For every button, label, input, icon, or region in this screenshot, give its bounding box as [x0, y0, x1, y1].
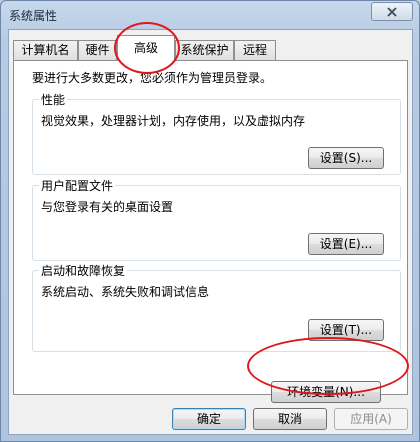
dialog-body: 计算机名 硬件 高级 系统保护 远程 要进行大多数更改，您必须作为管理员登录。 …: [8, 29, 413, 435]
user-profiles-title: 用户配置文件: [39, 177, 116, 194]
performance-title: 性能: [39, 91, 68, 108]
cancel-button[interactable]: 取消: [253, 408, 327, 430]
performance-description: 视觉效果，处理器计划，内存使用，以及虚拟内存: [41, 114, 306, 128]
tab-advanced[interactable]: 高级: [117, 35, 175, 61]
title-bar: 系统属性: [1, 1, 419, 29]
startup-recovery-title: 启动和故障恢复: [39, 262, 128, 279]
tab-strip: 计算机名 硬件 高级 系统保护 远程: [9, 30, 412, 61]
startup-recovery-description: 系统启动、系统失败和调试信息: [41, 285, 210, 299]
window-title: 系统属性: [9, 9, 58, 23]
performance-group: 性能 视觉效果，处理器计划，内存使用，以及虚拟内存 设置(S)...: [32, 91, 401, 175]
admin-notice: 要进行大多数更改，您必须作为管理员登录。: [32, 71, 273, 85]
close-button[interactable]: [371, 2, 413, 21]
user-profiles-group: 用户配置文件 与您登录有关的桌面设置 设置(E)...: [32, 177, 401, 261]
tab-computer-name[interactable]: 计算机名: [13, 40, 78, 60]
performance-settings-button[interactable]: 设置(S)...: [308, 147, 384, 169]
tab-hardware[interactable]: 硬件: [78, 40, 117, 60]
environment-variables-button[interactable]: 环境变量(N)...: [271, 381, 381, 403]
startup-recovery-group: 启动和故障恢复 系统启动、系统失败和调试信息 设置(T)...: [32, 262, 401, 352]
user-profiles-description: 与您登录有关的桌面设置: [41, 200, 174, 214]
startup-recovery-settings-button[interactable]: 设置(T)...: [308, 319, 384, 341]
ok-button[interactable]: 确定: [172, 408, 246, 430]
close-icon: [387, 6, 397, 17]
user-profiles-settings-button[interactable]: 设置(E)...: [308, 233, 384, 255]
apply-button[interactable]: 应用(A): [334, 408, 408, 430]
advanced-tab-panel: 要进行大多数更改，您必须作为管理员登录。 性能 视觉效果，处理器计划，内存使用，…: [13, 60, 408, 403]
tab-remote[interactable]: 远程: [234, 40, 276, 60]
tab-system-protection[interactable]: 系统保护: [175, 40, 234, 60]
system-properties-dialog: 系统属性 计算机名 硬件 高级 系统保护 远程 要进行大多数更改，您必须作为管理…: [0, 0, 420, 442]
